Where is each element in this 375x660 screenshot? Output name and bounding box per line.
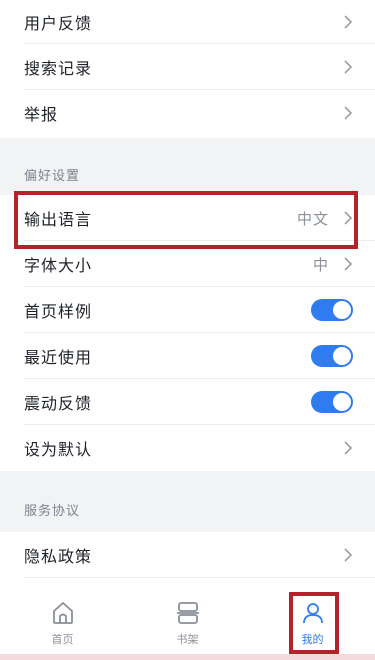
annotation-tab-highlight-box (289, 592, 339, 654)
settings-screen: 用户反馈 搜索记录 举报 偏好设置 输出语言 中文 字体大小 中 首页样例 最近… (0, 0, 375, 660)
tab-label: 首页 (51, 633, 74, 646)
service-card: 隐私政策 (0, 532, 375, 578)
settings-row-set-default[interactable]: 设为默认 (0, 425, 375, 471)
settings-row-homepage-examples: 首页样例 (0, 287, 375, 333)
tab-home[interactable]: 首页 (0, 592, 125, 660)
section-header-service: 服务协议 (24, 504, 81, 519)
bookshelf-icon (175, 600, 201, 626)
row-label: 用户反馈 (24, 14, 93, 33)
toggle-knob (333, 347, 351, 365)
settings-row-search-history[interactable]: 搜索记录 (0, 44, 375, 90)
tab-bookshelf[interactable]: 书架 (125, 592, 250, 660)
chevron-right-icon (343, 60, 353, 74)
recently-used-toggle[interactable] (311, 345, 353, 367)
settings-row-report[interactable]: 举报 (0, 90, 375, 136)
row-label: 搜索记录 (24, 59, 93, 78)
chevron-right-icon (343, 15, 353, 29)
row-label: 震动反馈 (24, 394, 93, 413)
tab-label: 书架 (176, 633, 199, 646)
row-label: 最近使用 (24, 348, 93, 367)
settings-row-vibration-feedback: 震动反馈 (0, 379, 375, 425)
toggle-knob (333, 393, 351, 411)
row-label: 设为默认 (24, 440, 93, 459)
chevron-right-icon (343, 441, 353, 455)
row-label: 首页样例 (24, 302, 93, 321)
homepage-examples-toggle[interactable] (311, 299, 353, 321)
row-value: 中 (312, 255, 329, 274)
bottom-edge-strip (0, 654, 375, 660)
chevron-right-icon (343, 106, 353, 120)
settings-row-feedback[interactable]: 用户反馈 (0, 0, 375, 44)
chevron-right-icon (343, 257, 353, 271)
toggle-knob (333, 301, 351, 319)
home-icon (50, 600, 76, 626)
row-label: 隐私政策 (24, 547, 93, 566)
row-label: 字体大小 (24, 256, 93, 275)
section-header-preferences: 偏好设置 (24, 169, 81, 184)
annotation-highlight-box (14, 191, 358, 249)
settings-row-privacy-policy[interactable]: 隐私政策 (0, 532, 375, 578)
settings-row-recently-used: 最近使用 (0, 333, 375, 379)
clipped-row (0, 578, 375, 592)
chevron-right-icon (343, 548, 353, 562)
general-settings-card: 用户反馈 搜索记录 举报 (0, 0, 375, 138)
row-label: 举报 (24, 105, 59, 124)
vibration-feedback-toggle[interactable] (311, 391, 353, 413)
